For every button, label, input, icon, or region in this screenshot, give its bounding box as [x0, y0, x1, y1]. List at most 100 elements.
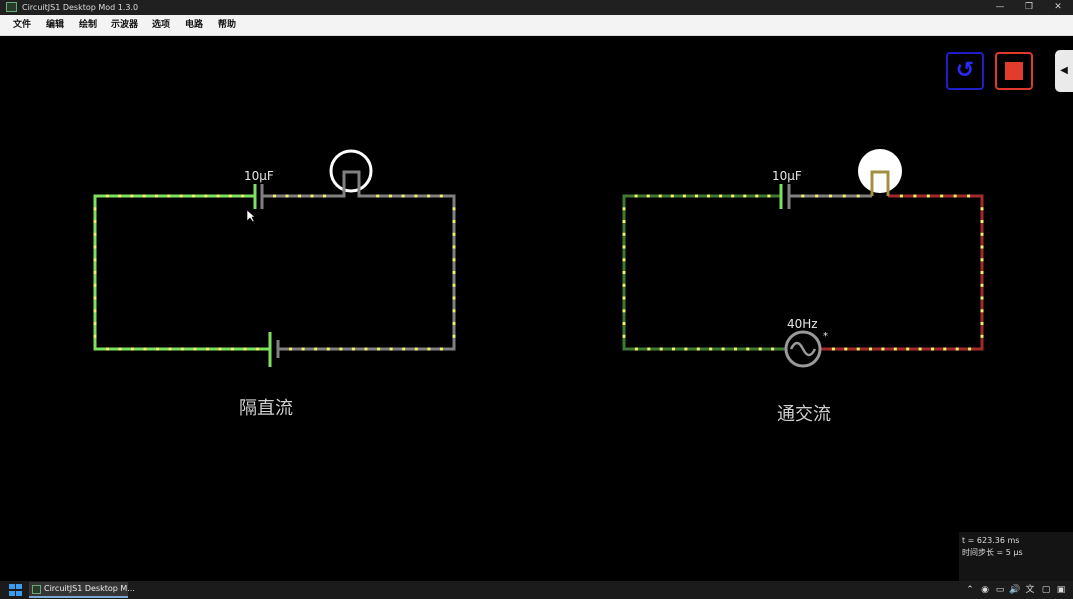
- menu-options[interactable]: 选项: [152, 15, 170, 35]
- current-dot: [93, 207, 97, 211]
- menu-draw[interactable]: 绘制: [79, 15, 97, 35]
- current-dot: [734, 347, 737, 351]
- side-panel-toggle[interactable]: ◀: [1055, 50, 1073, 92]
- current-dot: [646, 194, 650, 198]
- current-dot: [980, 207, 984, 211]
- current-dot: [452, 309, 456, 313]
- menu-edit[interactable]: 编辑: [46, 15, 64, 35]
- close-button[interactable]: ✕: [1043, 0, 1073, 15]
- current-dot: [622, 296, 626, 300]
- tray-chevron-up-icon[interactable]: ⌃: [964, 581, 976, 599]
- current-dot: [376, 194, 380, 198]
- circuit-canvas[interactable]: 10μF 10μF 40Hz * 隔直流 通交流 ↺ ◀ t = 623.36 …: [0, 36, 1073, 581]
- current-dot: [980, 258, 984, 262]
- stop-button[interactable]: [995, 52, 1033, 90]
- current-dot: [829, 194, 832, 198]
- current-dot: [622, 322, 626, 325]
- current-dot: [622, 220, 626, 223]
- current-dot: [427, 347, 431, 351]
- taskbar-app-circuitjs[interactable]: CircuitJS1 Desktop M...: [29, 582, 135, 598]
- current-dot: [953, 194, 957, 198]
- current-dot: [926, 194, 930, 198]
- current-dot: [106, 347, 109, 351]
- tray-app-icon[interactable]: ◉: [979, 581, 991, 599]
- current-dot: [93, 334, 97, 338]
- circuit-drawing[interactable]: [0, 36, 1073, 581]
- current-dot: [755, 194, 759, 198]
- current-dot: [377, 347, 381, 351]
- dc-caption: 隔直流: [239, 398, 293, 419]
- current-dot: [906, 347, 910, 351]
- sine-icon: [789, 341, 817, 357]
- current-dot: [913, 194, 917, 198]
- sim-timestep: 时间步长 = 5 μs: [962, 548, 1023, 557]
- current-dot: [856, 194, 860, 198]
- current-dot: [256, 347, 259, 351]
- notification-bell-icon[interactable]: ▣: [1055, 581, 1067, 599]
- current-dot: [93, 296, 97, 300]
- current-dot: [684, 347, 688, 351]
- menu-scope[interactable]: 示波器: [111, 15, 138, 35]
- current-dot: [622, 309, 626, 313]
- current-dot: [918, 347, 922, 351]
- taskbar: CircuitJS1 Desktop M... ⌃ ◉ ▭ 🔊 文 ▢ ▣: [0, 581, 1073, 599]
- ac-wire-right[interactable]: [821, 194, 984, 351]
- current-dot: [181, 347, 184, 351]
- ac-circuit[interactable]: [622, 149, 984, 368]
- current-dot: [980, 283, 984, 287]
- current-dot: [389, 347, 393, 351]
- current-dot: [452, 334, 456, 338]
- current-dot: [228, 194, 232, 198]
- current-dot: [452, 232, 456, 236]
- current-dot: [273, 194, 276, 198]
- current-dot: [881, 347, 885, 351]
- menu-circuits[interactable]: 电路: [185, 15, 203, 35]
- menu-file[interactable]: 文件: [13, 15, 31, 35]
- tray-display-icon[interactable]: ▭: [994, 581, 1006, 599]
- menu-bar: 文件 编辑 绘制 示波器 选项 电路 帮助: [0, 15, 1073, 36]
- current-dot: [856, 347, 860, 351]
- dc-circuit[interactable]: [93, 149, 456, 367]
- maximize-button[interactable]: ❐: [1014, 0, 1044, 15]
- current-dot: [364, 347, 368, 351]
- current-dot: [105, 194, 109, 198]
- stop-icon: [1005, 62, 1023, 80]
- reset-button[interactable]: ↺: [946, 52, 984, 90]
- current-dot: [452, 296, 456, 300]
- mouse-cursor-icon: [246, 209, 256, 223]
- current-dot: [980, 220, 984, 223]
- simulation-info: t = 623.36 ms 时间步长 = 5 μs: [959, 532, 1073, 581]
- ac-wire-left[interactable]: [622, 194, 785, 351]
- current-dot: [980, 296, 984, 300]
- current-dot: [980, 232, 984, 236]
- current-dot: [452, 258, 456, 262]
- notification-icon[interactable]: ▢: [1040, 581, 1052, 599]
- current-dot: [731, 194, 735, 198]
- current-dot: [206, 347, 209, 351]
- dc-wire-left[interactable]: [93, 194, 270, 351]
- volume-icon[interactable]: 🔊: [1009, 581, 1021, 599]
- current-dot: [743, 194, 747, 198]
- current-dot: [943, 347, 947, 351]
- dc-wire-right[interactable]: [278, 194, 456, 351]
- current-dot: [622, 245, 626, 249]
- current-dot: [682, 194, 686, 198]
- minimize-button[interactable]: —: [985, 0, 1015, 15]
- current-dot: [955, 347, 959, 351]
- current-dot: [622, 334, 626, 338]
- current-dot: [285, 194, 289, 198]
- current-dot: [155, 194, 158, 198]
- current-dot: [93, 322, 97, 325]
- current-dot: [622, 232, 626, 236]
- current-dot: [314, 347, 318, 351]
- windows-start-icon[interactable]: [9, 584, 22, 596]
- current-dot: [326, 347, 330, 351]
- current-dot: [93, 258, 97, 262]
- current-dot: [831, 347, 835, 351]
- menu-help[interactable]: 帮助: [218, 15, 236, 35]
- current-dot: [192, 194, 195, 198]
- current-dot: [310, 194, 314, 198]
- current-dot: [721, 347, 725, 351]
- ac-capacitor-label: 10μF: [772, 169, 802, 183]
- ime-icon[interactable]: 文: [1024, 581, 1036, 599]
